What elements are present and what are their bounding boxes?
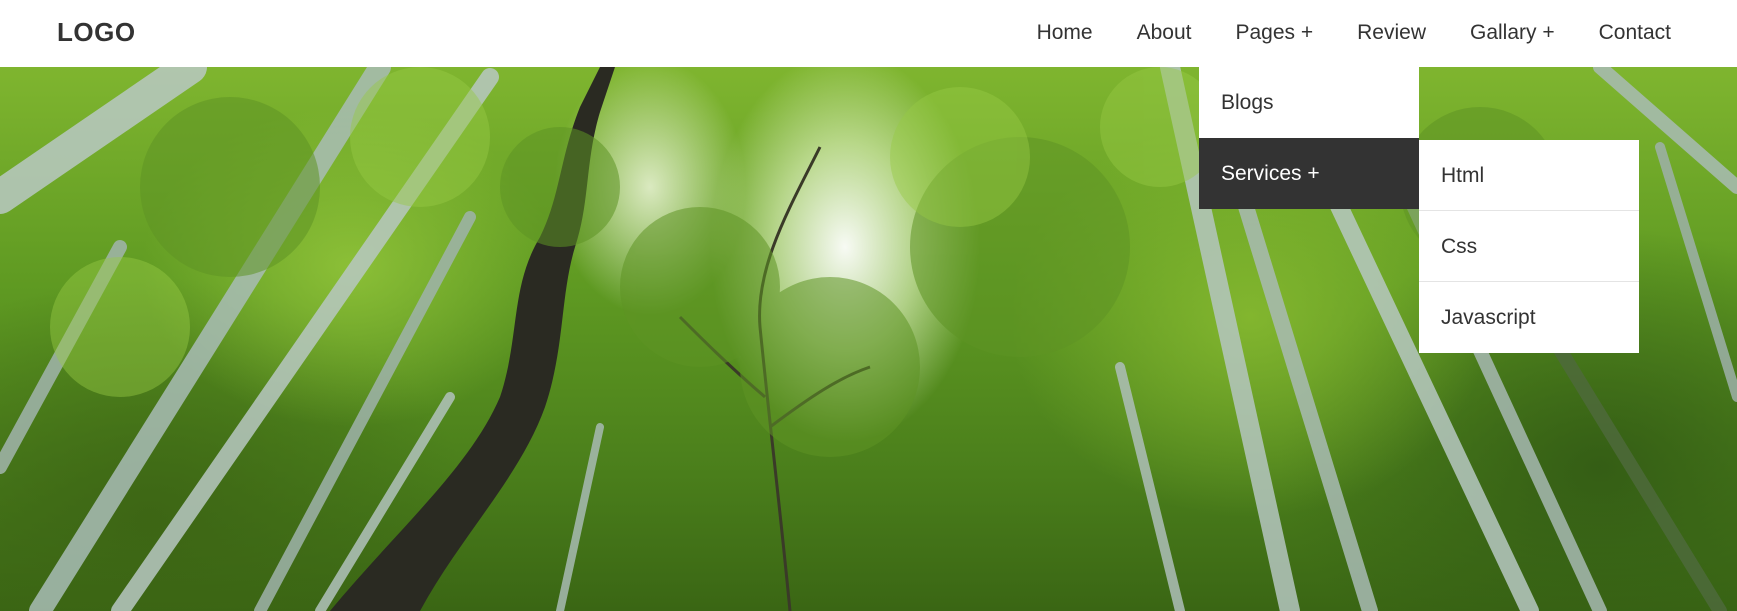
dropdown-item-blogs[interactable]: Blogs (1199, 67, 1419, 138)
dropdown-item-services[interactable]: Services + (1199, 138, 1419, 209)
nav-item-gallary[interactable]: Gallary + (1448, 0, 1577, 67)
top-navbar: LOGO Home About Pages + Review Gallary +… (0, 0, 1737, 67)
submenu-item-javascript[interactable]: Javascript (1419, 282, 1639, 353)
nav-item-review[interactable]: Review (1335, 0, 1448, 67)
nav-item-about[interactable]: About (1115, 0, 1214, 67)
pages-dropdown-menu: Blogs Services + (1199, 67, 1419, 209)
page: LOGO Home About Pages + Review Gallary +… (0, 0, 1737, 611)
logo[interactable]: LOGO (57, 17, 136, 48)
services-submenu: Html Css Javascript (1419, 140, 1639, 353)
main-nav: Home About Pages + Review Gallary + Cont… (1015, 0, 1737, 67)
submenu-item-css[interactable]: Css (1419, 211, 1639, 282)
nav-item-home[interactable]: Home (1015, 0, 1115, 67)
nav-item-pages[interactable]: Pages + (1213, 0, 1335, 67)
nav-item-contact[interactable]: Contact (1577, 0, 1737, 67)
submenu-item-html[interactable]: Html (1419, 140, 1639, 211)
